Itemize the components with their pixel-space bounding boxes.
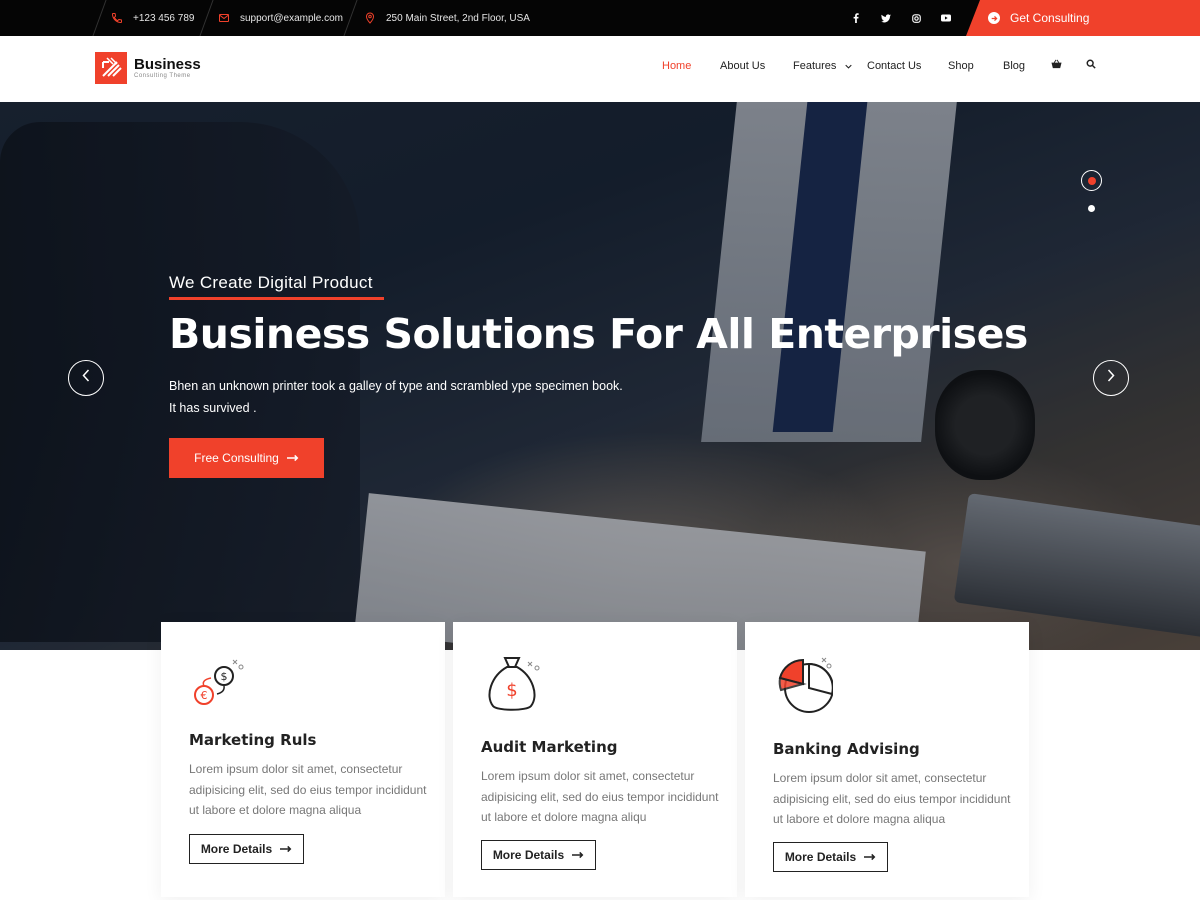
- basket-icon[interactable]: [1051, 59, 1062, 72]
- service-description: Lorem ipsum dolor sit amet, consectetur …: [773, 771, 1011, 826]
- service-card: Banking Advising Lorem ipsum dolor sit a…: [745, 622, 1029, 897]
- nav-features[interactable]: Features: [793, 60, 853, 72]
- slider-dot[interactable]: [1088, 205, 1095, 212]
- nav-features-label: Features: [793, 60, 837, 72]
- phone-info[interactable]: +123 456 789: [110, 0, 194, 36]
- pie-chart-icon: [773, 654, 834, 714]
- chevron-left-icon: [82, 369, 90, 387]
- get-consulting-label: Get Consulting: [1010, 11, 1090, 25]
- service-description: Lorem ipsum dolor sit amet, consectetur …: [481, 769, 719, 824]
- phone-text: +123 456 789: [133, 12, 195, 24]
- service-title: Audit Marketing: [481, 738, 618, 756]
- address-text: 250 Main Street, 2nd Floor, USA: [386, 12, 530, 24]
- svg-text:$: $: [221, 670, 228, 683]
- service-title: Marketing Ruls: [189, 731, 317, 749]
- logo-mark-icon: [95, 52, 127, 84]
- hero-subtitle: We Create Digital Product: [169, 273, 373, 292]
- instagram-icon[interactable]: [901, 0, 931, 36]
- service-card: € $ Marketing Ruls Lorem ipsum dolor sit…: [161, 622, 445, 897]
- free-consulting-label: Free Consulting: [194, 451, 279, 465]
- site-logo[interactable]: Business Consulting Theme: [95, 52, 201, 84]
- location-pin-icon: [363, 11, 377, 25]
- divider: [92, 0, 107, 36]
- get-consulting-button[interactable]: Get Consulting: [966, 0, 1200, 36]
- slider-dot-active[interactable]: [1081, 170, 1102, 191]
- more-details-button[interactable]: More Details: [773, 842, 888, 872]
- main-header: Business Consulting Theme Home About Us …: [0, 36, 1200, 102]
- phone-icon: [110, 11, 124, 25]
- address-info: 250 Main Street, 2nd Floor, USA: [363, 0, 530, 36]
- chevron-down-icon: [845, 60, 853, 72]
- search-icon[interactable]: [1086, 59, 1096, 72]
- arrow-right-circle-icon: [988, 12, 1000, 24]
- hero-description: Bhen an unknown printer took a galley of…: [169, 375, 649, 419]
- more-details-button[interactable]: More Details: [481, 840, 596, 870]
- nav-about-us[interactable]: About Us: [720, 60, 765, 72]
- service-description: Lorem ipsum dolor sit amet, consectetur …: [189, 762, 427, 817]
- chevron-right-icon: [1107, 369, 1115, 387]
- service-title: Banking Advising: [773, 740, 920, 758]
- svg-text:$: $: [506, 680, 517, 701]
- social-links: [841, 0, 961, 36]
- more-details-button[interactable]: More Details: [189, 834, 304, 864]
- email-info[interactable]: support@example.com: [217, 0, 343, 36]
- free-consulting-button[interactable]: Free Consulting: [169, 438, 324, 478]
- hero-description-line: Bhen an unknown printer took a galley of…: [169, 379, 623, 393]
- hero-slider: We Create Digital Product Business Solut…: [0, 102, 1200, 650]
- slider-next-button[interactable]: [1093, 360, 1129, 396]
- logo-tagline: Consulting Theme: [134, 73, 191, 79]
- twitter-icon[interactable]: [871, 0, 901, 36]
- arrow-right-icon: [286, 451, 299, 465]
- arrow-right-icon: [572, 848, 584, 862]
- facebook-icon[interactable]: [841, 0, 871, 36]
- money-bag-icon: $: [481, 654, 541, 714]
- hero-title: Business Solutions For All Enterprises: [169, 310, 1028, 358]
- hero-subtitle-underline: [169, 297, 384, 300]
- divider: [343, 0, 358, 36]
- more-details-label: More Details: [492, 848, 565, 862]
- nav-shop[interactable]: Shop: [948, 60, 974, 72]
- more-details-label: More Details: [200, 842, 273, 856]
- arrow-right-icon: [864, 850, 876, 864]
- more-details-label: More Details: [784, 850, 857, 864]
- nav-blog[interactable]: Blog: [1003, 60, 1025, 72]
- service-card: $ Audit Marketing Lorem ipsum dolor sit …: [453, 622, 737, 897]
- currency-exchange-icon: € $: [189, 652, 249, 712]
- svg-text:€: €: [201, 689, 208, 702]
- youtube-icon[interactable]: [931, 0, 961, 36]
- logo-name: Business: [134, 56, 201, 73]
- top-bar: +123 456 789 support@example.com 250 Mai…: [0, 0, 1200, 36]
- email-text: support@example.com: [240, 12, 343, 24]
- hero-description-line: It has survived .: [169, 401, 257, 415]
- nav-home[interactable]: Home: [662, 60, 691, 72]
- arrow-right-icon: [280, 842, 292, 856]
- nav-contact-us[interactable]: Contact Us: [867, 60, 921, 72]
- divider: [199, 0, 214, 36]
- email-icon: [217, 11, 231, 25]
- slider-prev-button[interactable]: [68, 360, 104, 396]
